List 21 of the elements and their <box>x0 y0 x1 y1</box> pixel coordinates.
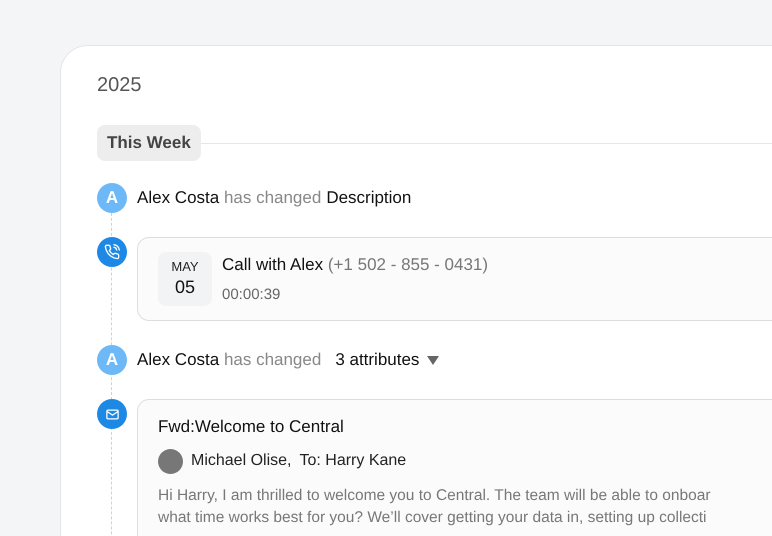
recipient-name: To: Harry Kane <box>299 451 406 471</box>
avatar <box>158 448 183 474</box>
email-subject: Fwd:Welcome to Central <box>158 416 344 438</box>
email-body-line: Hi Harry, I am thrilled to welcome you to Central. The team will be able to onboar <box>158 486 711 506</box>
call-duration: 00:00:39 <box>222 284 282 304</box>
call-title: Call with Alex (+1 502 - 855 - 0431) <box>222 254 488 276</box>
year-heading: 2025 <box>97 73 142 97</box>
avatar: A <box>97 345 127 375</box>
changed-item[interactable]: 3 attributes <box>335 347 440 373</box>
changed-item: Description <box>326 187 412 210</box>
avatar: A <box>97 183 127 213</box>
date-badge: MAY 05 <box>158 252 212 306</box>
section-label: This Week <box>97 125 201 161</box>
email-body-line: what time works best for you? We’ll cover getting your data in, setting up collecti <box>158 508 707 528</box>
phone-icon <box>97 237 127 267</box>
change-text: Alex Costa has changed <box>137 349 322 372</box>
mail-icon <box>97 399 127 429</box>
sender-name: Michael Olise, <box>191 451 292 471</box>
caret-icon <box>427 356 440 364</box>
change-text: Alex Costa has changed <box>137 187 322 210</box>
call-card[interactable]: MAY 05 Call with Alex (+1 502 - 855 - 0431) 00:00:39 <box>137 237 772 321</box>
